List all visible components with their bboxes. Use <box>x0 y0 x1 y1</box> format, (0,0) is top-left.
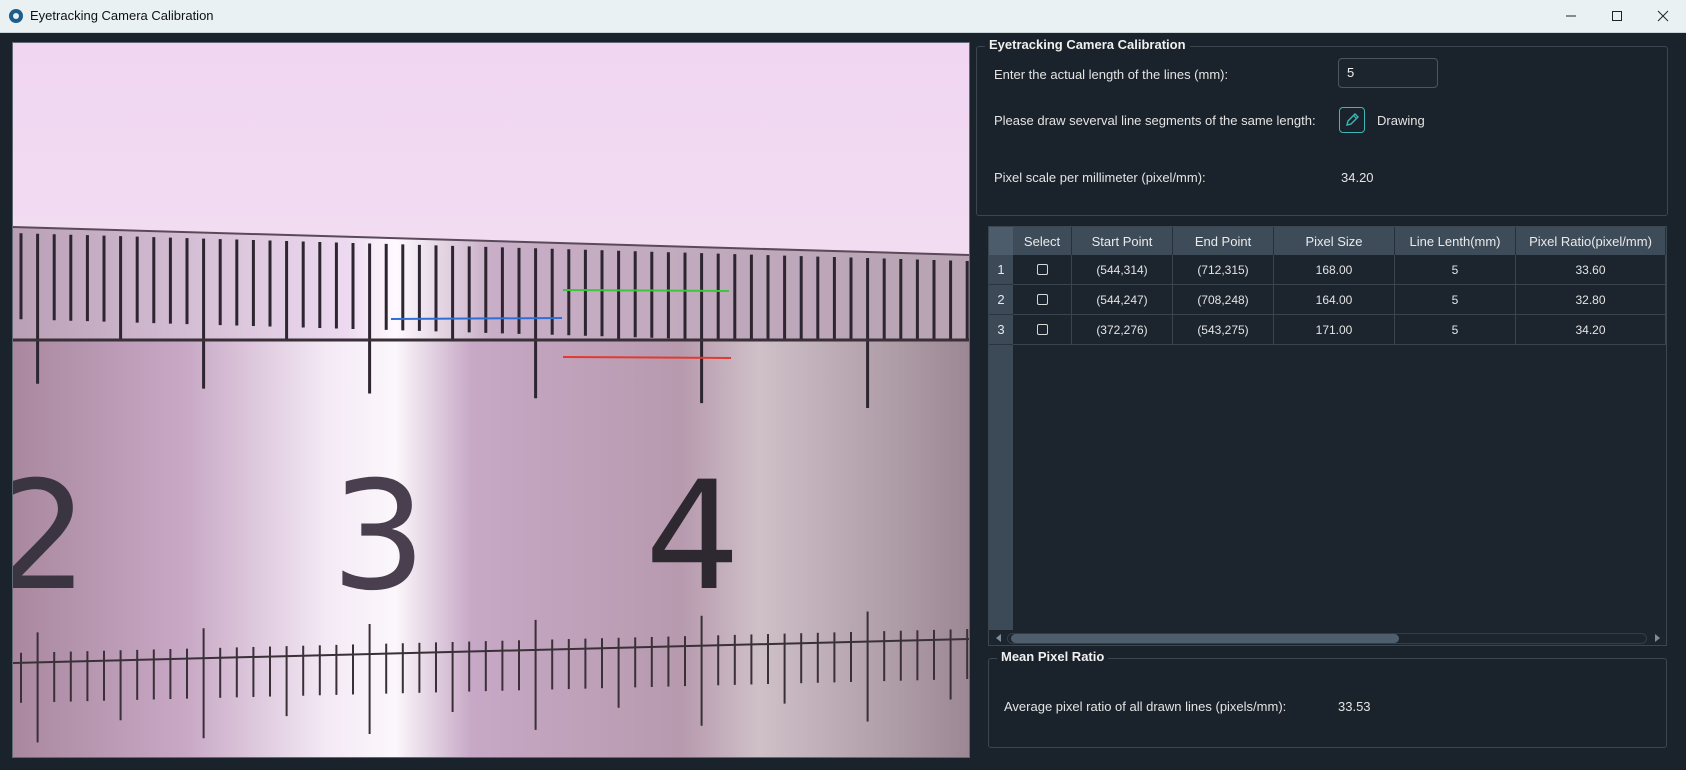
window-title: Eyetracking Camera Calibration <box>30 8 214 23</box>
cell-line-length: 5 <box>1395 315 1516 345</box>
header-end-point[interactable]: End Point <box>1173 227 1274 255</box>
header-line-length[interactable]: Line Lenth(mm) <box>1395 227 1516 255</box>
cell-pixel-ratio: 32.80 <box>1516 285 1666 315</box>
scale-value: 34.20 <box>1341 170 1374 185</box>
draw-button-label: Drawing <box>1377 113 1425 128</box>
cell-start-point: (544,247) <box>1072 285 1173 315</box>
table-row[interactable]: 3 (372,276) (543,275) 171.00 5 34.20 <box>989 315 1666 345</box>
draw-button[interactable] <box>1339 107 1365 133</box>
mean-value: 33.53 <box>1338 699 1371 714</box>
row-number[interactable]: 2 <box>989 285 1013 315</box>
row-number[interactable]: 1 <box>989 255 1013 285</box>
app-icon <box>9 9 23 23</box>
camera-view[interactable]: 2 3 4 <box>12 42 970 758</box>
scroll-left-icon[interactable] <box>995 633 1003 643</box>
calibration-group-title: Eyetracking Camera Calibration <box>985 37 1190 52</box>
pencil-icon <box>1346 113 1359 126</box>
close-button[interactable] <box>1640 0 1686 32</box>
scroll-right-icon[interactable] <box>1653 633 1661 643</box>
scale-number-4: 4 <box>645 450 740 624</box>
table-corner[interactable] <box>989 227 1013 255</box>
row-select-checkbox[interactable] <box>1036 324 1048 335</box>
calibration-group: Eyetracking Camera Calibration Enter the… <box>976 37 1668 216</box>
cell-start-point: (372,276) <box>1072 315 1173 345</box>
scale-number-3: 3 <box>331 450 426 624</box>
row-select-checkbox[interactable] <box>1036 264 1048 275</box>
header-start-point[interactable]: Start Point <box>1072 227 1173 255</box>
cell-end-point: (708,248) <box>1173 285 1274 315</box>
maximize-icon <box>1612 11 1622 21</box>
lines-table[interactable]: Select Start Point End Point Pixel Size … <box>988 226 1667 646</box>
table-row[interactable]: 1 (544,314) (712,315) 168.00 5 33.60 <box>989 255 1666 285</box>
cell-pixel-ratio: 33.60 <box>1516 255 1666 285</box>
draw-label: Please draw severval line segments of th… <box>994 113 1316 128</box>
length-input[interactable]: 5 <box>1338 58 1438 88</box>
maximize-button[interactable] <box>1594 0 1640 32</box>
length-label: Enter the actual length of the lines (mm… <box>994 67 1229 82</box>
cell-line-length: 5 <box>1395 255 1516 285</box>
row-number[interactable]: 3 <box>989 315 1013 345</box>
cell-end-point: (712,315) <box>1173 255 1274 285</box>
cell-line-length: 5 <box>1395 285 1516 315</box>
scale-label: Pixel scale per millimeter (pixel/mm): <box>994 170 1206 185</box>
mean-group-title: Mean Pixel Ratio <box>997 649 1109 664</box>
horizontal-scrollbar[interactable] <box>989 630 1666 645</box>
header-select[interactable]: Select <box>1013 227 1072 255</box>
cell-end-point: (543,275) <box>1173 315 1274 345</box>
scale-number-2: 2 <box>13 450 88 624</box>
header-pixel-size[interactable]: Pixel Size <box>1274 227 1395 255</box>
cell-pixel-size: 171.00 <box>1274 315 1395 345</box>
cell-pixel-size: 164.00 <box>1274 285 1395 315</box>
cell-start-point: (544,314) <box>1072 255 1173 285</box>
drawn-line-green <box>562 289 730 292</box>
drawn-line-blue <box>390 317 563 320</box>
mean-group: Mean Pixel Ratio Average pixel ratio of … <box>988 649 1667 748</box>
close-icon <box>1657 10 1669 22</box>
table-row[interactable]: 2 (544,247) (708,248) 164.00 5 32.80 <box>989 285 1666 315</box>
ruler-image: 2 3 4 <box>13 43 969 757</box>
drawn-line-red <box>562 356 732 359</box>
mean-label: Average pixel ratio of all drawn lines (… <box>1004 699 1287 714</box>
cell-pixel-ratio: 34.20 <box>1516 315 1666 345</box>
minimize-icon <box>1566 15 1576 17</box>
title-bar: Eyetracking Camera Calibration <box>0 0 1686 33</box>
minimize-button[interactable] <box>1548 0 1594 32</box>
scroll-thumb[interactable] <box>1011 634 1399 643</box>
row-select-checkbox[interactable] <box>1036 294 1048 305</box>
header-pixel-ratio[interactable]: Pixel Ratio(pixel/mm) <box>1516 227 1666 255</box>
cell-pixel-size: 168.00 <box>1274 255 1395 285</box>
